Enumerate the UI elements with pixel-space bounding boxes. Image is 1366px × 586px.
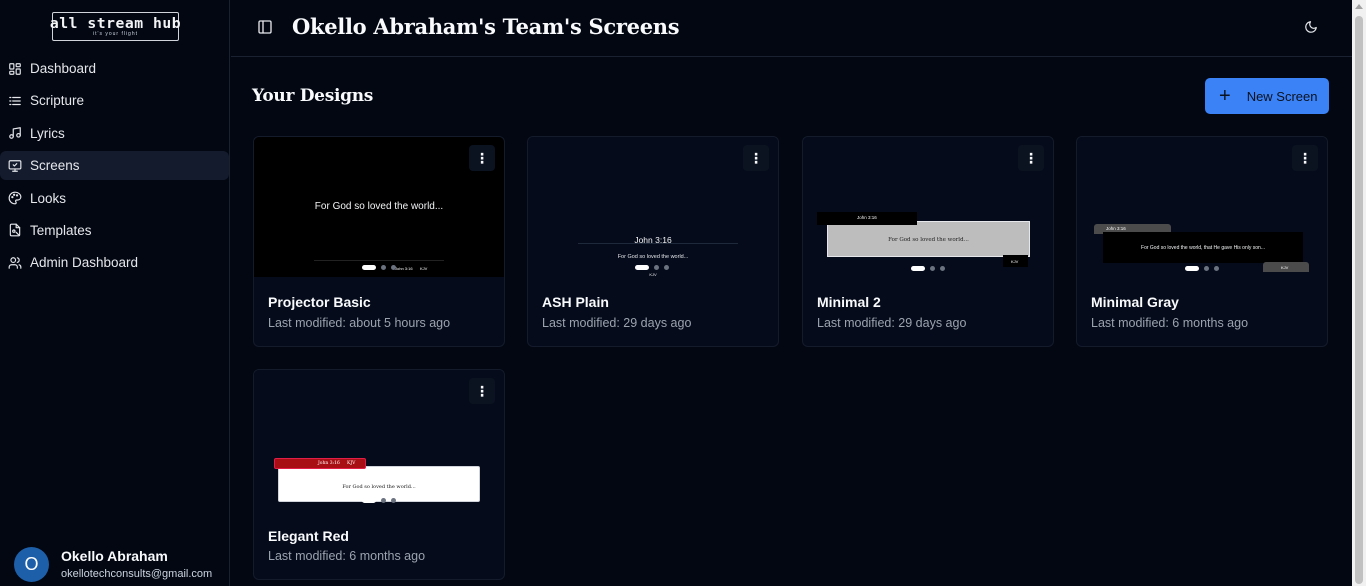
new-screen-label: New Screen — [1246, 88, 1318, 104]
preview-reference: John 3:16 — [817, 212, 917, 225]
sidebar-item-lyrics[interactable]: Lyrics — [0, 119, 230, 148]
sidebar-item-label: Screens — [30, 158, 80, 174]
preview-reference: John 3:16 — [634, 235, 672, 245]
preview-reference: John 3:16 — [395, 266, 413, 271]
card-menu-button[interactable]: ⋮ — [1018, 145, 1044, 171]
sidebar-item-label: Admin Dashboard — [30, 255, 139, 271]
preview-reference-bar: John 3:16 KJV — [274, 458, 366, 469]
sidebar: all stream hub it's your flight Dashboar… — [0, 0, 230, 586]
card-menu-button[interactable]: ⋮ — [469, 378, 495, 404]
sidebar-item-label: Templates — [30, 222, 92, 238]
preview-carousel-dots — [362, 498, 401, 503]
user-info: Okello Abraham okellotechconsults@gmail.… — [61, 548, 212, 582]
preview-version: KJV — [420, 266, 428, 271]
dashboard-icon — [9, 62, 21, 75]
card-last-modified: Last modified: 29 days ago — [542, 316, 692, 330]
music-icon — [9, 127, 21, 140]
preview-carousel-dots — [635, 265, 674, 270]
logo-name: all stream hub — [49, 15, 182, 32]
card-title: Projector Basic — [268, 294, 371, 310]
design-card-minimal-2[interactable]: For God so loved the world... John 3:16 … — [802, 136, 1054, 347]
preview-version: KJV — [347, 461, 356, 466]
design-card-elegant-red[interactable]: For God so loved the world... John 3:16 … — [253, 369, 505, 580]
app-logo[interactable]: all stream hub it's your flight — [49, 12, 182, 41]
sidebar-item-dashboard[interactable]: Dashboard — [0, 54, 230, 83]
preview-text: For God so loved the world... — [888, 237, 969, 243]
design-card-minimal-gray[interactable]: John 3:16 For God so loved the world, th… — [1076, 136, 1328, 347]
card-menu-button[interactable]: ⋮ — [743, 145, 769, 171]
preview-version: KJV — [1263, 262, 1309, 272]
card-title: Minimal 2 — [817, 294, 881, 310]
user-email: okellotechconsults@gmail.com — [61, 567, 213, 580]
scroll-up-arrow-icon[interactable] — [1355, 4, 1363, 9]
card-preview: For God so loved the world... John 3:16 … — [254, 370, 504, 510]
sidebar-item-label: Looks — [30, 190, 67, 206]
monitor-icon — [8, 159, 22, 172]
card-menu-button[interactable]: ⋮ — [1292, 145, 1318, 171]
card-last-modified: Last modified: 6 months ago — [268, 549, 426, 563]
top-header: Okello Abraham's Team's Screens — [231, 0, 1352, 57]
card-last-modified: Last modified: about 5 hours ago — [268, 316, 451, 330]
card-preview: John 3:16 For God so loved the world... … — [528, 137, 778, 277]
card-preview: For God so loved the world... John 3:16 … — [803, 137, 1053, 277]
sidebar-toggle-icon[interactable] — [257, 19, 273, 35]
users-icon — [8, 257, 22, 269]
card-last-modified: Last modified: 6 months ago — [1091, 316, 1249, 330]
card-title: ASH Plain — [542, 294, 609, 310]
sidebar-item-label: Lyrics — [30, 125, 65, 141]
page-scrollbar[interactable] — [1352, 0, 1366, 586]
card-preview: For God so loved the world... John 3:16 … — [254, 137, 504, 277]
scroll-thumb[interactable] — [1355, 16, 1363, 584]
palette-icon — [8, 191, 22, 205]
card-preview: John 3:16 For God so loved the world, th… — [1077, 137, 1327, 277]
preview-carousel-dots — [911, 266, 950, 271]
preview-reference: John 3:16 — [318, 461, 340, 466]
sidebar-item-looks[interactable]: Looks — [0, 184, 230, 213]
plus-icon: + — [1219, 85, 1231, 107]
preview-text: For God so loved the world... — [314, 201, 444, 212]
sidebar-item-label: Dashboard — [30, 61, 97, 76]
sidebar-item-label: Scripture — [30, 93, 85, 109]
new-screen-button[interactable]: + New Screen — [1205, 78, 1329, 114]
avatar: O — [14, 547, 49, 582]
card-last-modified: Last modified: 29 days ago — [817, 316, 967, 330]
design-card-projector-basic[interactable]: For God so loved the world... John 3:16 … — [253, 136, 505, 347]
preview-text: For God so loved the world... — [617, 254, 689, 260]
preview-text: For God so loved the world, that He gave… — [1141, 245, 1265, 251]
file-icon — [9, 224, 21, 237]
sidebar-nav: Dashboard Scripture Lyrics Screens Looks… — [0, 54, 230, 281]
page-title: Okello Abraham's Team's Screens — [292, 14, 680, 39]
preview-carousel-dots — [1185, 266, 1224, 271]
preview-version: KJV — [1003, 255, 1028, 267]
sidebar-item-admin-dashboard[interactable]: Admin Dashboard — [0, 248, 230, 277]
card-title: Minimal Gray — [1091, 294, 1179, 310]
app-root: all stream hub it's your flight Dashboar… — [0, 0, 1366, 586]
user-name: Okello Abraham — [61, 547, 168, 564]
user-profile[interactable]: O Okello Abraham okellotechconsults@gmai… — [14, 547, 212, 582]
preview-text: For God so loved the world... — [342, 484, 416, 490]
preview-line — [314, 260, 444, 261]
card-menu-button[interactable]: ⋮ — [469, 145, 495, 171]
card-title: Elegant Red — [268, 528, 349, 544]
list-icon — [9, 96, 21, 105]
section-title: Your Designs — [252, 86, 374, 106]
moon-icon[interactable] — [1304, 20, 1318, 34]
sidebar-item-scripture[interactable]: Scripture — [0, 86, 230, 115]
design-card-ash-plain[interactable]: John 3:16 For God so loved the world... … — [527, 136, 779, 347]
preview-version: KJV — [649, 272, 657, 277]
sidebar-item-templates[interactable]: Templates — [0, 216, 230, 245]
sidebar-item-screens[interactable]: Screens — [0, 151, 229, 181]
